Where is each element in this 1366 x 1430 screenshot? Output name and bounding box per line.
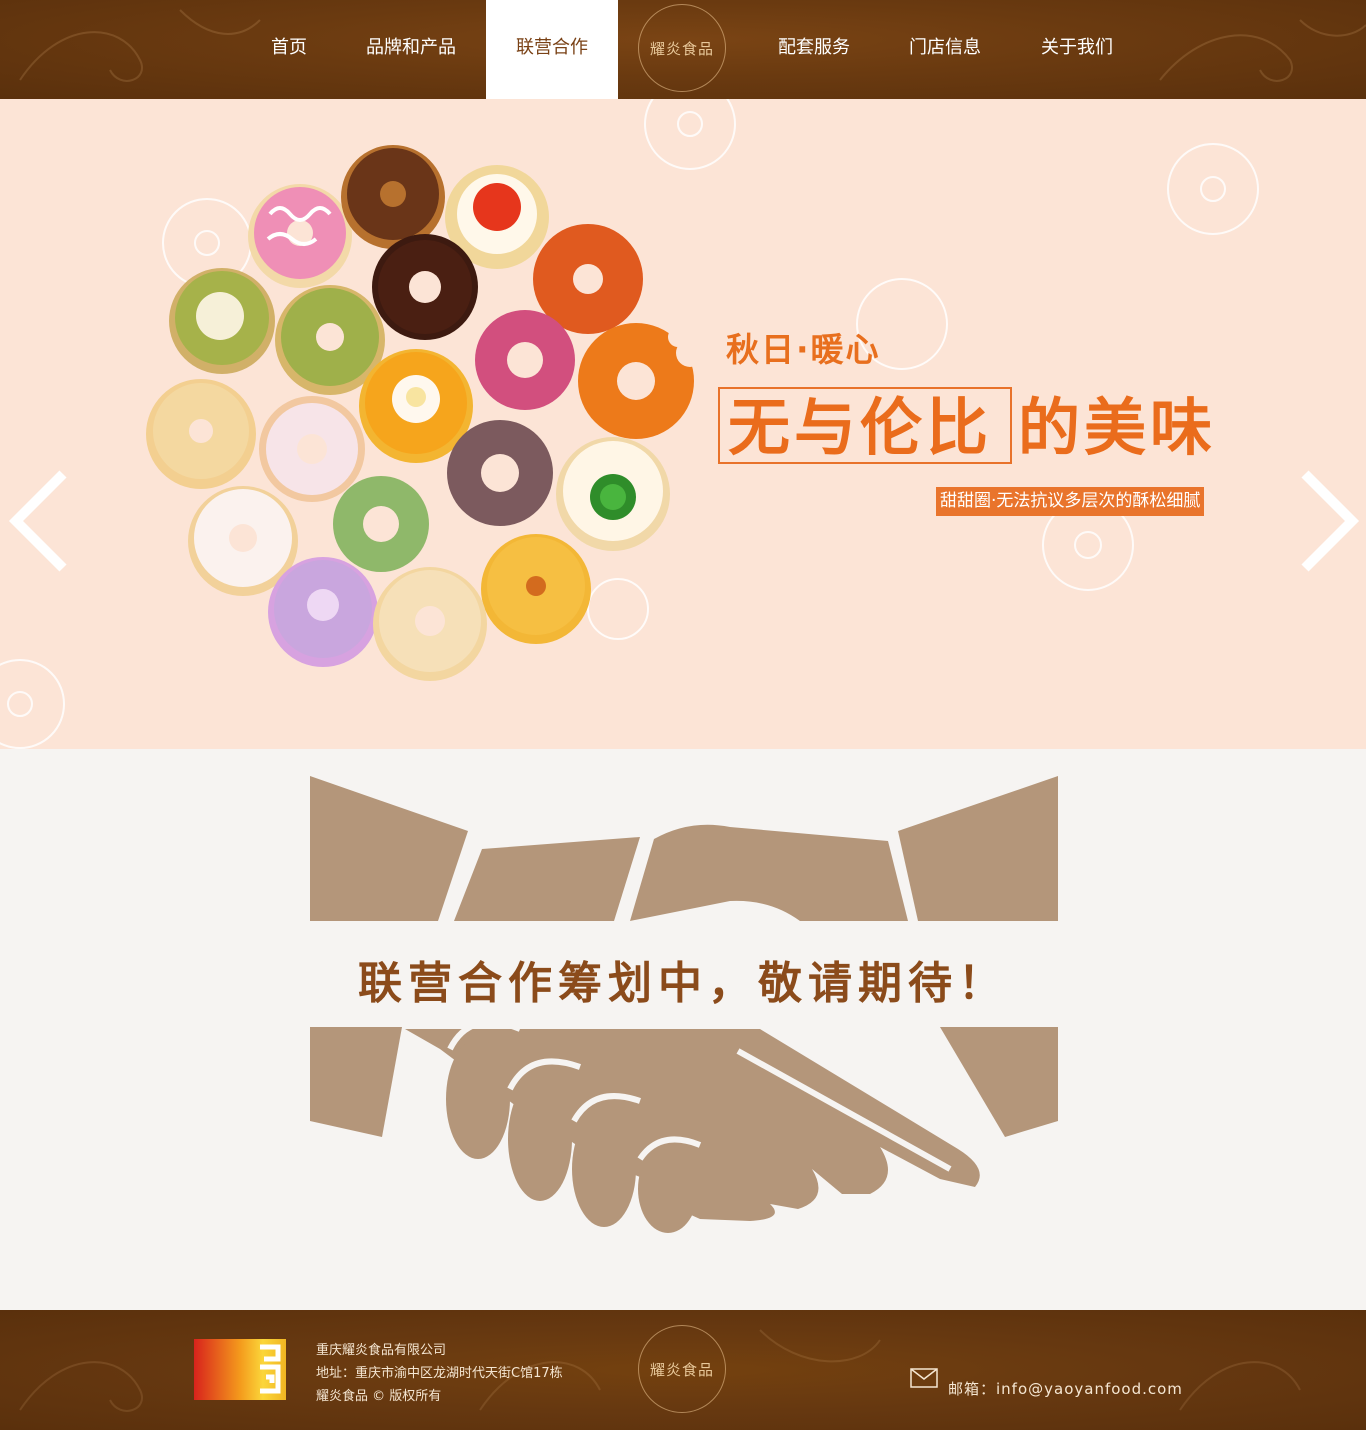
chevron-left-icon[interactable] <box>8 469 68 574</box>
slogan-subheading: 秋日·暖心 <box>726 330 881 369</box>
hero-banner: 秋日·暖心 无与伦比 的美味 甜甜圈·无法抗议多层次的酥松细腻 <box>0 99 1366 749</box>
company-logo <box>194 1339 286 1400</box>
slogan-tagline: 甜甜圈·无法抗议多层次的酥松细腻 <box>936 487 1205 516</box>
handshake-illustration <box>310 776 1058 1233</box>
nav-about[interactable]: 关于我们 <box>1024 0 1130 99</box>
nav-home[interactable]: 首页 <box>254 0 324 99</box>
brand-logo[interactable]: 耀炎食品 <box>638 4 726 92</box>
footer: 重庆耀炎食品有限公司 地址：重庆市渝中区龙湖时代天街C馆17栋 耀炎食品 © 版… <box>0 1310 1366 1430</box>
footer-brand-logo: 耀炎食品 <box>638 1325 726 1413</box>
coming-soon-title: 联营合作筹划中，敬请期待！ <box>358 958 1008 1009</box>
slogan-heading: 无与伦比 的美味 <box>728 391 1216 465</box>
slogan-heading-rest: 的美味 <box>1018 391 1217 464</box>
company-name: 重庆耀炎食品有限公司 <box>316 1343 447 1358</box>
chevron-right-icon[interactable] <box>1300 469 1360 574</box>
company-address: 地址：重庆市渝中区龙湖时代天街C馆17栋 <box>316 1366 563 1381</box>
copyright: 耀炎食品 © 版权所有 <box>316 1389 442 1404</box>
mail-icon <box>910 1368 938 1388</box>
nav-franchise[interactable]: 联营合作 <box>486 0 618 99</box>
top-nav-bar: 首页 品牌和产品 联营合作 耀炎食品 配套服务 门店信息 关于我们 <box>0 0 1366 99</box>
nav-stores[interactable]: 门店信息 <box>892 0 998 99</box>
contact-email[interactable]: 邮箱：info@yaoyanfood.com <box>948 1378 1183 1399</box>
franchise-content: 联营合作筹划中，敬请期待！ <box>0 749 1366 1310</box>
nav-brands-products[interactable]: 品牌和产品 <box>350 0 472 99</box>
nav-services[interactable]: 配套服务 <box>760 0 868 99</box>
slogan-heading-boxed: 无与伦比 <box>728 391 993 464</box>
donut-group <box>146 145 704 681</box>
